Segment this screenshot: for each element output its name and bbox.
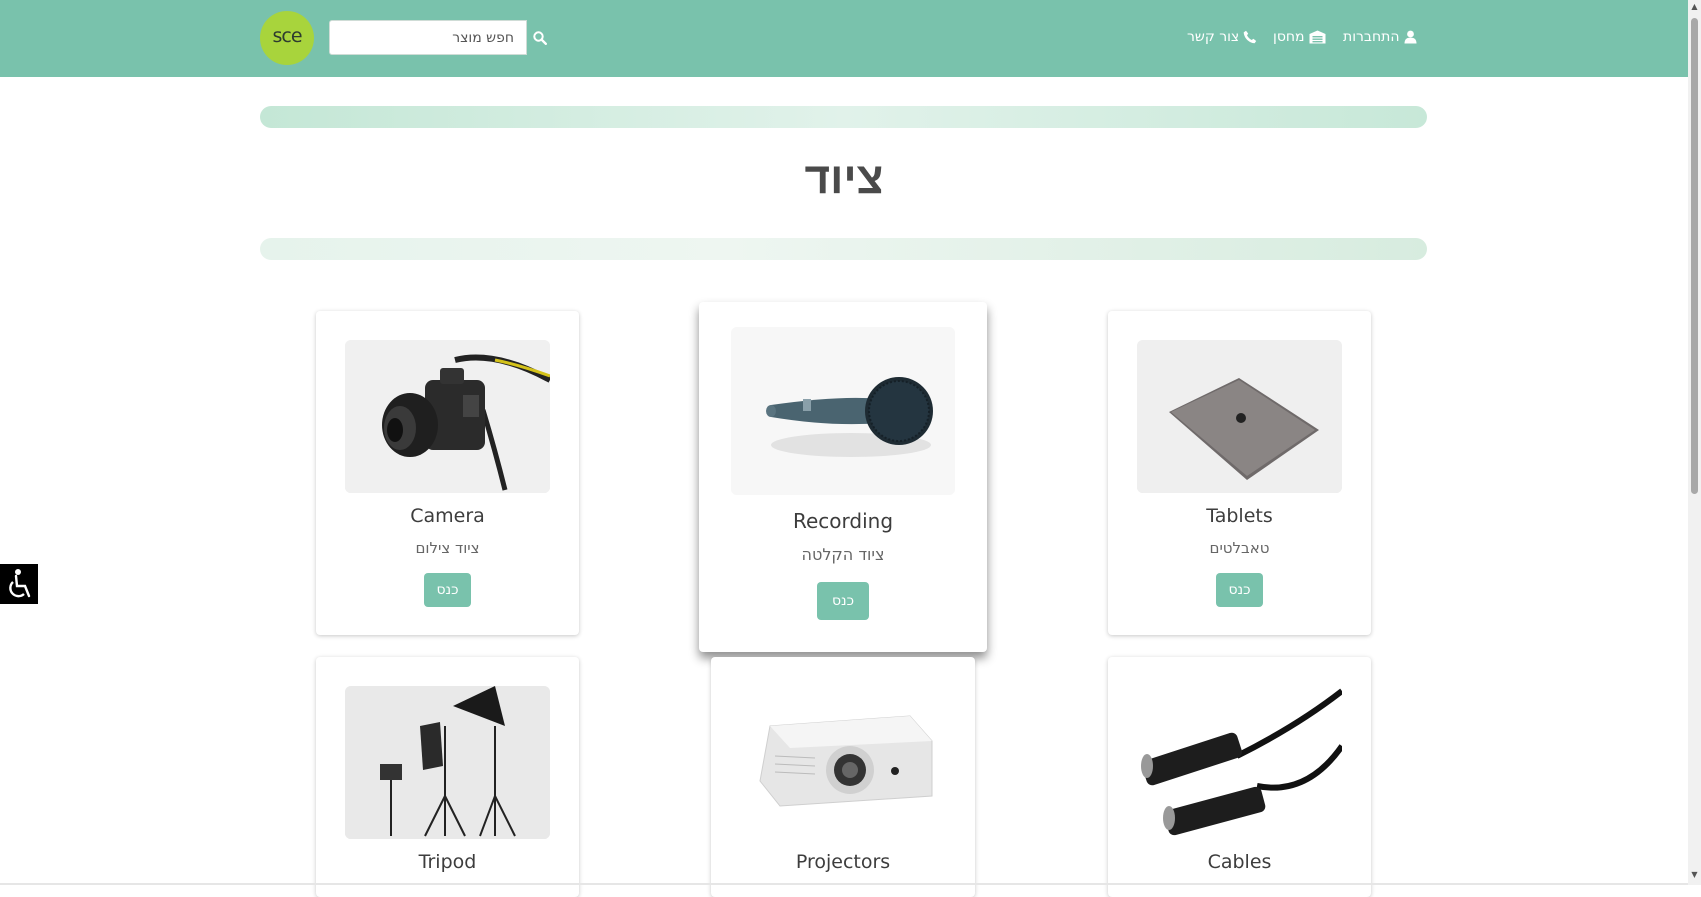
card-title: Cables <box>1207 851 1272 873</box>
logo-text: sce <box>272 25 302 47</box>
scroll-up-icon[interactable]: ▲ <box>1688 0 1701 14</box>
card-title: Tripod <box>418 851 477 873</box>
accessibility-button[interactable] <box>0 564 38 604</box>
enter-button[interactable]: כנס <box>424 573 471 607</box>
search-button[interactable] <box>529 20 551 55</box>
nav-contact-label: צור קשר <box>1187 29 1240 45</box>
user-icon <box>1404 30 1417 44</box>
category-card-tripod: Tripod <box>316 657 579 897</box>
card-title: Recording <box>792 509 894 533</box>
phone-icon <box>1243 30 1257 44</box>
category-card-camera: Camera ציוד צילום כנס <box>316 311 579 635</box>
microphone-image <box>731 327 955 495</box>
scrollbar-thumb[interactable] <box>1691 18 1698 494</box>
card-subtitle: טאבלטים <box>1209 539 1270 557</box>
search-icon <box>533 30 547 45</box>
decorative-stripe-bottom <box>260 238 1427 260</box>
projector-image <box>740 686 946 839</box>
card-title: Projectors <box>795 851 891 873</box>
studio-tripod-image <box>345 686 550 839</box>
category-card-tablets: Tablets טאבלטים כנס <box>1108 311 1371 635</box>
nav-warehouse-label: מחסן <box>1273 29 1305 45</box>
category-card-projectors: Projectors <box>711 657 975 897</box>
card-title: Camera <box>410 505 485 527</box>
camera-image <box>345 340 550 493</box>
nav-login-label: התחברות <box>1343 29 1400 45</box>
tablet-image <box>1137 340 1342 493</box>
category-card-recording: Recording ציוד הקלטה כנס <box>699 302 987 652</box>
enter-button[interactable]: כנס <box>817 582 869 620</box>
warehouse-icon <box>1309 30 1326 44</box>
card-subtitle: ציוד צילום <box>415 539 480 557</box>
nav-login-link[interactable]: התחברות <box>1343 26 1417 48</box>
search-input[interactable] <box>329 20 527 55</box>
decorative-stripe-top <box>260 106 1427 128</box>
enter-button[interactable]: כנס <box>1216 573 1263 607</box>
scroll-down-icon[interactable]: ▼ <box>1688 868 1701 882</box>
top-navbar: sce התחברות מחסן צור קשר <box>0 0 1688 77</box>
category-card-cables: Cables <box>1108 657 1371 897</box>
card-title: Tablets <box>1206 505 1273 527</box>
card-subtitle: ציוד הקלטה <box>801 545 885 564</box>
xlr-cables-image <box>1137 686 1342 839</box>
vertical-scrollbar[interactable]: ▲ ▼ <box>1688 0 1701 885</box>
wheelchair-icon <box>9 569 31 598</box>
nav-contact-link[interactable]: צור קשר <box>1187 26 1257 48</box>
site-logo[interactable]: sce <box>260 11 314 65</box>
page-title: ציוד <box>804 154 884 203</box>
nav-warehouse-link[interactable]: מחסן <box>1273 26 1326 48</box>
